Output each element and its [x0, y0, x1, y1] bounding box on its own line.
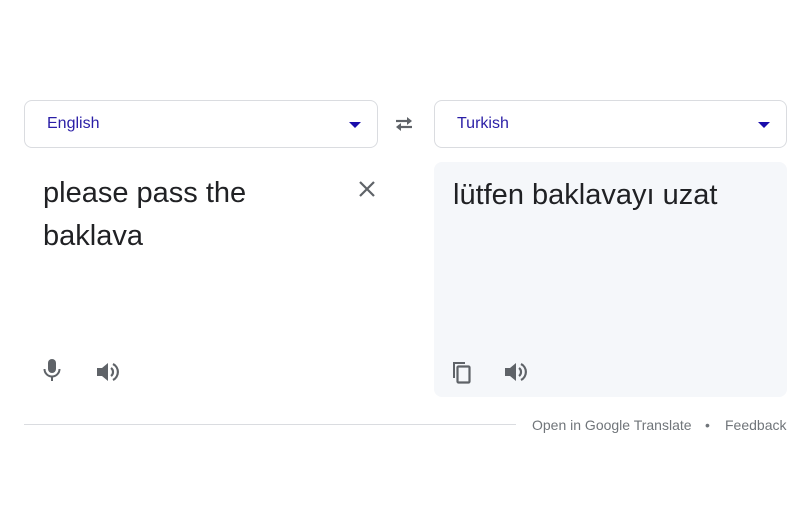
- swap-languages-button[interactable]: [390, 112, 418, 136]
- close-icon: [359, 181, 375, 197]
- target-language-label: Turkish: [457, 115, 509, 132]
- source-text-input[interactable]: please pass the baklava: [43, 172, 333, 258]
- clear-text-button[interactable]: [354, 176, 380, 202]
- feedback-link[interactable]: Feedback: [725, 417, 786, 433]
- speaker-icon: [505, 363, 527, 381]
- listen-translation-button[interactable]: [502, 358, 530, 386]
- source-language-label: English: [47, 115, 100, 132]
- translated-text: lütfen baklavayı uzat: [453, 179, 718, 211]
- chevron-down-icon: [758, 122, 770, 128]
- translation-panel: lütfen baklavayı uzat: [434, 162, 787, 397]
- speaker-icon: [97, 363, 119, 381]
- copy-icon: [453, 362, 471, 384]
- listen-source-button[interactable]: [94, 358, 122, 386]
- footer-separator: •: [705, 417, 710, 433]
- chevron-down-icon: [349, 122, 361, 128]
- footer-divider: [24, 424, 516, 425]
- copy-translation-button[interactable]: [448, 358, 476, 386]
- microphone-button[interactable]: [38, 356, 66, 384]
- open-in-google-translate-link[interactable]: Open in Google Translate: [532, 417, 692, 433]
- target-language-select[interactable]: Turkish: [434, 100, 787, 148]
- microphone-icon: [43, 359, 61, 381]
- swap-languages-icon: [396, 117, 412, 131]
- source-language-select[interactable]: English: [24, 100, 378, 148]
